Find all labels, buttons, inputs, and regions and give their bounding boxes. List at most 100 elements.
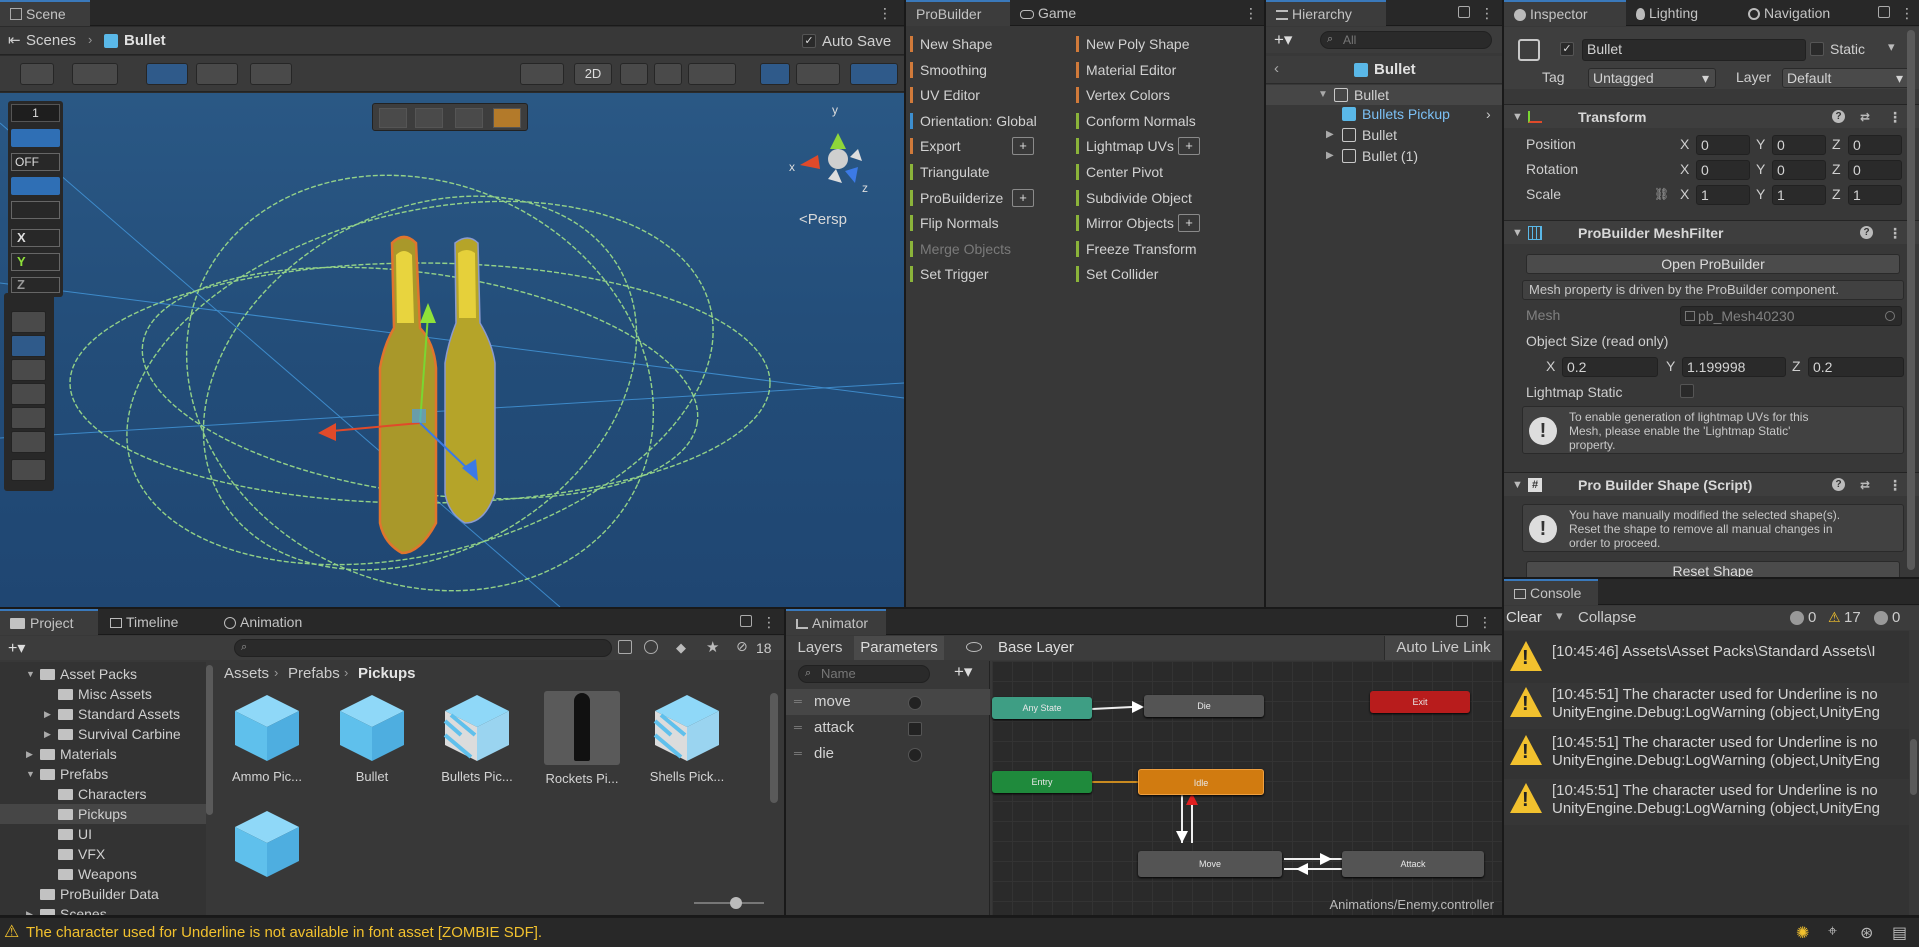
- pb-action-right-1[interactable]: Material Editor: [1072, 57, 1222, 83]
- state-any-state[interactable]: Any State: [992, 697, 1092, 719]
- breadcrumb-bullet[interactable]: Bullet: [124, 32, 166, 49]
- draw-mode-button[interactable]: [20, 63, 54, 85]
- create-button[interactable]: +▾: [8, 638, 25, 658]
- transform-z-field[interactable]: 0: [1848, 160, 1902, 180]
- trigger-radio[interactable]: [908, 748, 922, 762]
- overlay-axis-z[interactable]: Z: [11, 277, 60, 293]
- parameter-name[interactable]: move: [814, 689, 851, 715]
- folder-tree-item[interactable]: VFX: [0, 844, 206, 864]
- bullet-mesh-right[interactable]: [444, 237, 496, 524]
- back-arrow-icon[interactable]: ⇤: [8, 31, 21, 49]
- folder-tree-item[interactable]: ▶ Scenes: [0, 904, 206, 915]
- lock-icon[interactable]: [1456, 615, 1468, 627]
- foldout-arrow-icon[interactable]: ▶: [26, 904, 33, 915]
- object-name-field[interactable]: Bullet: [1582, 39, 1806, 61]
- overlay-axis-x[interactable]: X: [11, 229, 60, 247]
- state-attack[interactable]: Attack: [1342, 851, 1484, 877]
- asset-item[interactable]: Ammo Pic...: [222, 687, 312, 784]
- folder-tree-item[interactable]: ▶ Survival Carbine: [0, 724, 206, 744]
- move-tool-button[interactable]: [11, 335, 46, 357]
- pb-options-plus-button[interactable]: +: [1012, 188, 1034, 207]
- help-icon[interactable]: ?: [1832, 478, 1845, 491]
- console-entry[interactable]: [10:45:51] The character used for Underl…: [1504, 683, 1909, 729]
- folder-tree-item[interactable]: ▶ Materials: [0, 744, 206, 764]
- back-chevron-icon[interactable]: ‹: [1274, 60, 1279, 77]
- debug-icon[interactable]: ⊛: [1860, 923, 1873, 943]
- pb-action-right-3[interactable]: Conform Normals: [1072, 108, 1222, 134]
- animator-graph[interactable]: Any State Die Exit Entry Idle Move Attac…: [992, 661, 1502, 915]
- state-die[interactable]: Die: [1144, 695, 1264, 717]
- transform-z-field[interactable]: 1: [1848, 185, 1902, 205]
- transform-x-field[interactable]: 1: [1696, 185, 1750, 205]
- tree-scrollbar[interactable]: [206, 665, 213, 815]
- asset-item[interactable]: Bullets Pic...: [432, 687, 522, 784]
- add-object-button[interactable]: +▾: [1274, 30, 1292, 50]
- bake-icon[interactable]: ✺: [1796, 923, 1809, 943]
- help-icon[interactable]: ?: [1860, 226, 1873, 239]
- meshfilter-header[interactable]: ▼ ProBuilder MeshFilter ? ⋮: [1504, 220, 1919, 244]
- trigger-radio[interactable]: [908, 696, 922, 710]
- tab-console[interactable]: Console: [1504, 579, 1598, 605]
- eye-icon[interactable]: [966, 642, 982, 652]
- tab-probuilder[interactable]: ProBuilder: [906, 0, 1010, 26]
- foldout-arrow-icon[interactable]: ▼: [1318, 85, 1328, 105]
- folder-tree-item[interactable]: ▼ Prefabs: [0, 764, 206, 784]
- base-layer-breadcrumb[interactable]: Base Layer: [998, 639, 1074, 656]
- favorite-icon[interactable]: ★: [706, 638, 719, 656]
- state-idle[interactable]: Idle: [1138, 769, 1264, 795]
- mode-2d-button[interactable]: 2D: [574, 63, 612, 85]
- orientation-gizmo[interactable]: [800, 133, 862, 183]
- lighting-button[interactable]: [620, 63, 648, 85]
- pb-action-right-2[interactable]: Vertex Colors: [1072, 82, 1222, 108]
- hierarchy-item[interactable]: ▶ Bullet: [1266, 125, 1502, 145]
- face-mode-icon[interactable]: [493, 108, 521, 128]
- hierarchy-item[interactable]: ▶ Bullet (1): [1266, 146, 1502, 166]
- bool-checkbox[interactable]: [908, 722, 922, 736]
- transform-y-field[interactable]: 0: [1772, 135, 1826, 155]
- align-button[interactable]: [250, 63, 292, 85]
- breadcrumb-pickups[interactable]: Pickups: [358, 665, 416, 682]
- increment-snap-button[interactable]: [196, 63, 238, 85]
- parameter-name[interactable]: attack: [814, 715, 854, 741]
- reset-shape-button[interactable]: Reset Shape: [1526, 561, 1900, 577]
- edge-mode-icon[interactable]: [455, 108, 483, 128]
- transform-y-field[interactable]: 0: [1772, 160, 1826, 180]
- overlay-value-field[interactable]: 1: [11, 104, 60, 122]
- state-move[interactable]: Move: [1138, 851, 1282, 877]
- transform-y-field[interactable]: 1: [1772, 185, 1826, 205]
- transform-z-field[interactable]: 0: [1848, 135, 1902, 155]
- folder-tree-item[interactable]: Misc Assets: [0, 684, 206, 704]
- static-checkbox[interactable]: [1810, 42, 1824, 56]
- folder-tree-item[interactable]: Weapons: [0, 864, 206, 884]
- overlay-off-toggle[interactable]: OFF: [11, 153, 60, 171]
- overlay-axis-y[interactable]: Y: [11, 253, 60, 271]
- visibility-button[interactable]: [760, 63, 790, 85]
- project-search-input[interactable]: ⌕: [234, 639, 612, 657]
- pb-action-left-9[interactable]: Set Trigger: [906, 261, 1056, 287]
- tab-scene[interactable]: Scene: [0, 0, 90, 26]
- shape-script-header[interactable]: ▼ # Pro Builder Shape (Script) ? ⇄ ⋮: [1504, 472, 1919, 496]
- warning-count-icon[interactable]: ⚠: [1828, 609, 1841, 626]
- foldout-arrow-icon[interactable]: ▶: [26, 744, 33, 764]
- scale-tool-button[interactable]: [11, 383, 46, 405]
- pb-action-left-5[interactable]: Triangulate: [906, 159, 1056, 185]
- foldout-arrow-icon[interactable]: ▶: [1326, 146, 1334, 166]
- pb-action-right-9[interactable]: Set Collider: [1072, 261, 1222, 287]
- pb-action-right-8[interactable]: Freeze Transform: [1072, 236, 1222, 262]
- add-parameter-button[interactable]: +▾: [954, 662, 972, 682]
- effects-button[interactable]: [688, 63, 736, 85]
- lightmap-static-checkbox[interactable]: [1680, 384, 1694, 398]
- grid-scrollbar[interactable]: [770, 693, 778, 803]
- bullet-mesh-left[interactable]: [378, 235, 438, 555]
- tag-dropdown[interactable]: Untagged ▾: [1588, 68, 1716, 88]
- tab-hierarchy[interactable]: Hierarchy: [1266, 0, 1386, 26]
- constrain-proportions-icon[interactable]: ⛓: [1654, 187, 1669, 201]
- foldout-arrow-icon[interactable]: ▼: [26, 664, 35, 684]
- object-mode-icon[interactable]: [379, 108, 407, 128]
- component-menu-icon[interactable]: ⋮: [1888, 105, 1902, 129]
- rect-tool-button[interactable]: [11, 407, 46, 429]
- clear-options-icon[interactable]: ▾: [1556, 608, 1563, 624]
- tab-animator[interactable]: Animator: [786, 609, 886, 635]
- auto-live-link-button[interactable]: Auto Live Link: [1384, 636, 1502, 660]
- asset-item[interactable]: Shells Pick...: [642, 687, 732, 784]
